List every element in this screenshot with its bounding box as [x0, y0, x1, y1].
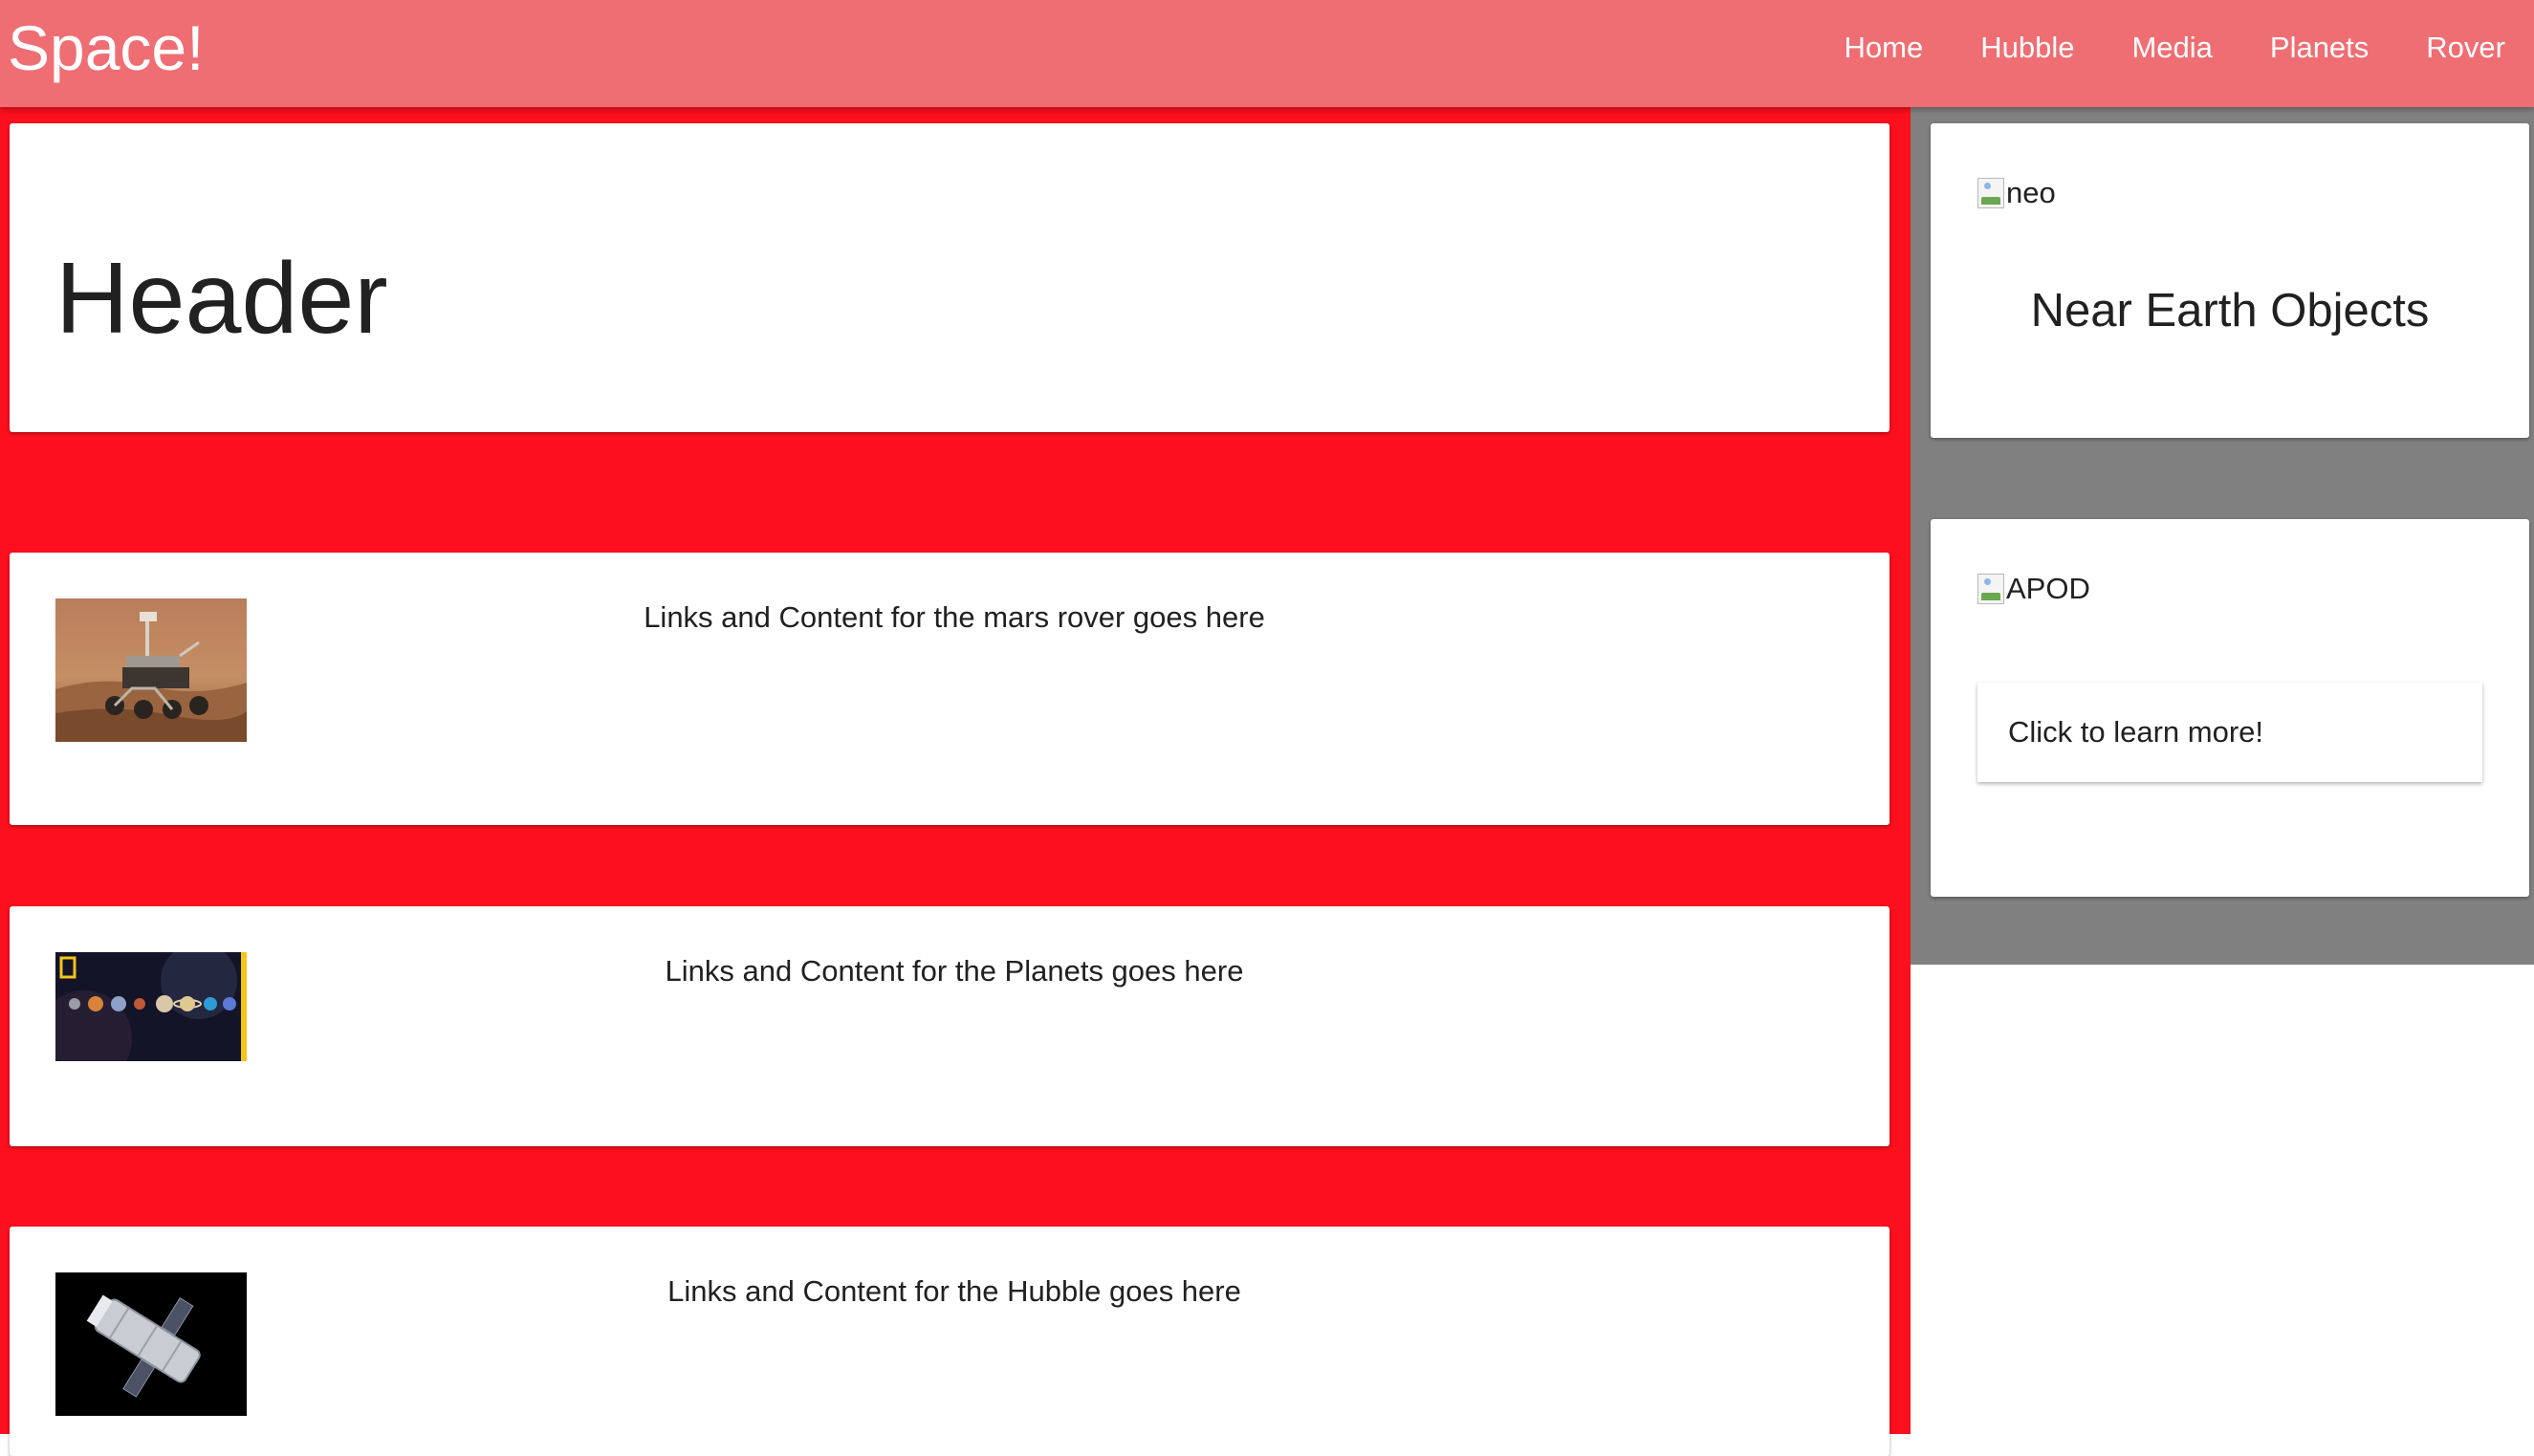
nav-link-media[interactable]: Media: [2103, 0, 2240, 107]
broken-image-icon: [1977, 574, 2004, 604]
nav-link-planets[interactable]: Planets: [2241, 0, 2397, 107]
hubble-content-text: Links and Content for the Hubble goes he…: [10, 1272, 1899, 1311]
brand-logo[interactable]: Space!: [8, 10, 204, 86]
learn-more-button[interactable]: Click to learn more!: [1977, 683, 2482, 782]
navbar: Space! Home Hubble Media Planets Rover: [0, 0, 2534, 107]
neo-card[interactable]: [1931, 123, 2529, 438]
planets-card: Links and Content for the Planets goes h…: [10, 906, 1890, 1146]
header-title: Header: [55, 236, 388, 360]
neo-image[interactable]: neo: [1977, 174, 2056, 212]
nav-link-home[interactable]: Home: [1816, 0, 1953, 107]
nav-link-hubble[interactable]: Hubble: [1952, 0, 2103, 107]
apod-image[interactable]: APOD: [1977, 570, 2090, 608]
apod-image-alt: APOD: [2006, 570, 2090, 608]
planets-content-text: Links and Content for the Planets goes h…: [10, 952, 1899, 990]
rover-card: Links and Content for the mars rover goe…: [10, 553, 1890, 825]
nav-links: Home Hubble Media Planets Rover: [1816, 0, 2534, 107]
neo-image-alt: neo: [2006, 174, 2056, 212]
hubble-card: Links and Content for the Hubble goes he…: [10, 1227, 1890, 1456]
header-card: Header: [10, 123, 1890, 432]
neo-title: Near Earth Objects: [1931, 282, 2529, 339]
nav-link-rover[interactable]: Rover: [2397, 0, 2534, 107]
rover-content-text: Links and Content for the mars rover goe…: [10, 598, 1899, 637]
broken-image-icon: [1977, 178, 2004, 208]
